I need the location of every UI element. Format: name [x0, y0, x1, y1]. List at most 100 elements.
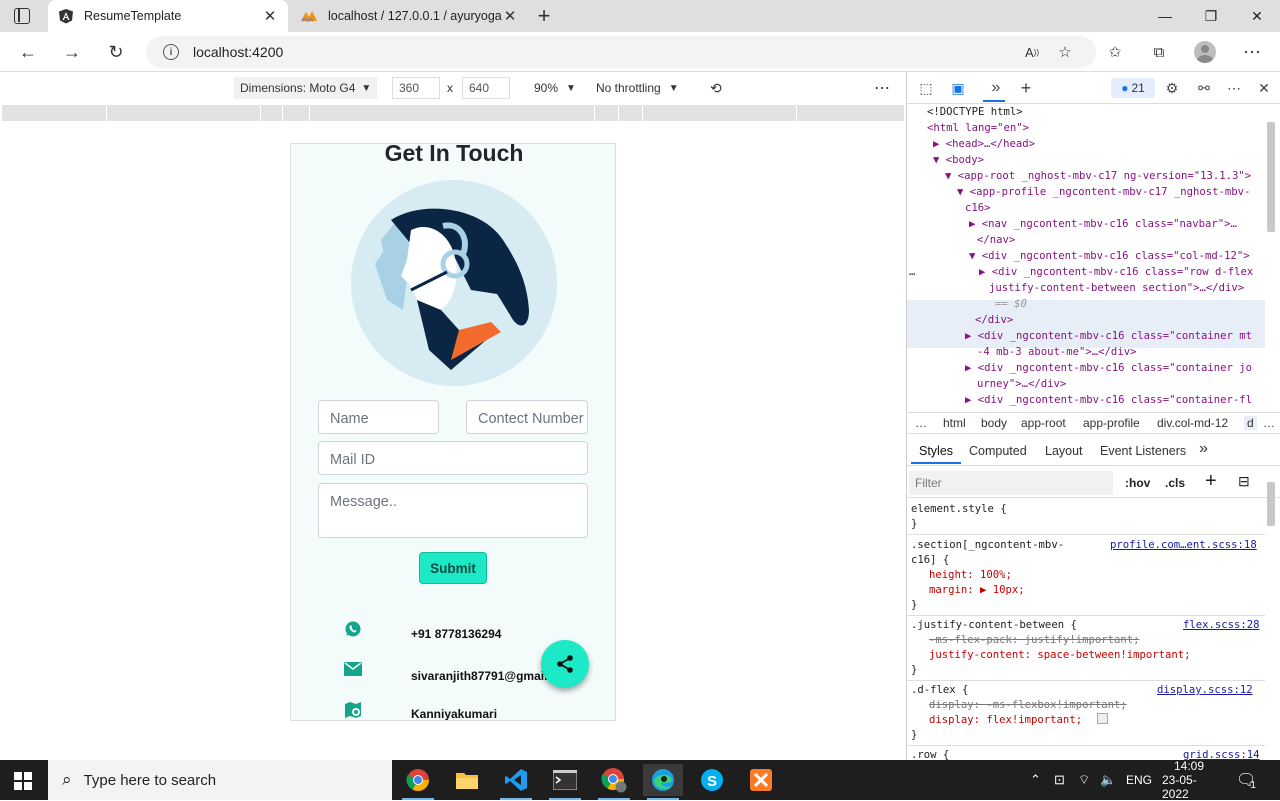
tab-resumetemplate[interactable]: ResumeTemplate ✕ [48, 0, 288, 32]
device-toggle-icon[interactable]: ▣ [947, 78, 969, 98]
dom-line[interactable]: ▶ <div _ngcontent-mbv-c16 class="contain… [965, 392, 1252, 408]
collections-icon[interactable]: ⧉ [1146, 40, 1172, 64]
device-select[interactable]: Dimensions: Moto G4 ▼ [234, 77, 378, 99]
elements-scrollbar[interactable] [1267, 122, 1275, 232]
style-prop[interactable]: margin: ▶ 10px; [929, 583, 1025, 598]
dom-line[interactable]: ▼ <body> [933, 152, 984, 168]
window-close-icon[interactable]: ✕ [1234, 0, 1280, 32]
notification-icon[interactable]: 🗨 1 [1236, 760, 1256, 800]
dom-line[interactable]: urney">…</div> [977, 376, 1066, 392]
flex-editor-icon[interactable] [1097, 713, 1108, 724]
message-textarea[interactable]: Message.. [318, 483, 588, 538]
site-info-icon[interactable]: i [163, 44, 179, 60]
new-tab-icon[interactable]: + [534, 4, 554, 28]
crumb[interactable]: … [1263, 416, 1275, 430]
inspect-icon[interactable]: ⬚ [915, 78, 937, 98]
connection-icon[interactable]: ⚯ [1193, 78, 1215, 98]
dom-line-selected[interactable]: justify-content-between section">…</div> [989, 280, 1244, 296]
dom-line[interactable]: </nav> [977, 232, 1015, 248]
style-prop[interactable]: display: -ms-flexbox!important; [929, 698, 1127, 713]
taskbar-xampp[interactable] [741, 764, 781, 796]
add-tab-icon[interactable]: + [1015, 78, 1037, 98]
crumb[interactable]: d [1244, 416, 1257, 430]
close-icon[interactable]: ✕ [262, 7, 278, 25]
throttling-select[interactable]: No throttling ▼ [596, 77, 679, 99]
dom-line-selected[interactable]: ▶ <div _ngcontent-mbv-c16 class="row d-f… [979, 264, 1253, 280]
dom-line[interactable]: ▶ <div _ngcontent-mbv-c16 class="contain… [965, 360, 1252, 376]
dom-line[interactable]: ▼ <app-profile _ngcontent-mbv-c17 _nghos… [957, 184, 1250, 200]
style-source-link[interactable]: flex.scss:28 [1183, 618, 1260, 633]
dom-line[interactable]: ▶ <div _ngcontent-mbv-c16 class="contain… [965, 328, 1252, 344]
width-input[interactable]: 360 [392, 77, 440, 99]
tab-phpmyadmin[interactable]: PMA localhost / 127.0.0.1 / ayuryogam ✕ [290, 0, 528, 32]
favorites-icon[interactable]: ✩ [1102, 40, 1128, 64]
height-input[interactable]: 640 [462, 77, 510, 99]
settings-gear-icon[interactable]: ⚙ [1161, 78, 1183, 98]
style-selector[interactable]: c16] { [911, 553, 949, 568]
tray-volume-icon[interactable]: 🔈 [1100, 760, 1116, 800]
tray-chevron-icon[interactable]: ⌃ [1030, 760, 1041, 800]
dom-dots[interactable]: … [909, 264, 915, 280]
taskbar-terminal[interactable] [545, 764, 585, 800]
contact-number-input[interactable]: Contect Number [466, 400, 588, 434]
taskbar-chrome[interactable] [398, 764, 438, 800]
crumb[interactable]: body [981, 416, 1007, 430]
style-selector[interactable]: .row { [911, 748, 949, 760]
style-selector[interactable]: .section[_ngcontent-mbv- [911, 538, 1064, 553]
dom-line[interactable]: -4 mb-3 about-me">…</div> [977, 344, 1136, 360]
taskbar-skype[interactable]: S [692, 764, 732, 796]
read-aloud-icon[interactable]: A)) [1019, 40, 1045, 64]
name-input[interactable]: Name [318, 400, 439, 434]
back-icon[interactable]: ← [12, 36, 44, 68]
dom-line[interactable]: c16> [965, 200, 991, 216]
more-menu-icon[interactable]: ⋯ [1239, 40, 1265, 64]
dom-line[interactable]: ▶ <head>…</head> [933, 136, 1035, 152]
share-fab-button[interactable] [541, 640, 589, 688]
dom-line[interactable]: <!DOCTYPE html> [927, 104, 1023, 120]
style-prop[interactable]: height: 100%; [929, 568, 1012, 583]
style-selector[interactable]: .d-flex { [911, 683, 968, 698]
tab-actions-icon[interactable] [14, 8, 30, 24]
dom-line[interactable]: ▶ <nav _ngcontent-mbv-c16 class="navbar"… [969, 216, 1237, 232]
media-query-ruler[interactable] [2, 105, 904, 121]
crumb[interactable]: app-root [1021, 416, 1066, 430]
zoom-select[interactable]: 90% ▼ [534, 77, 576, 99]
issues-badge[interactable]: ● 21 [1111, 78, 1155, 98]
dom-line[interactable]: </div> [975, 312, 1013, 328]
dom-line[interactable]: ▼ <div _ngcontent-mbv-c16 class="col-md-… [969, 248, 1250, 264]
cls-toggle[interactable]: .cls [1165, 476, 1185, 490]
forward-icon[interactable]: → [56, 36, 88, 68]
style-source-link[interactable]: profile.com…ent.scss:18 [1110, 538, 1257, 553]
tray-clock[interactable]: 14:09 23-05-2022 [1162, 759, 1216, 801]
windows-start-icon[interactable] [14, 772, 32, 790]
device-more-icon[interactable]: ⋯ [874, 77, 890, 99]
rotate-icon[interactable]: ⟲ [710, 77, 722, 99]
tray-network-icon[interactable]: ⊡ [1054, 760, 1065, 800]
devtools-more-icon[interactable]: ⋯ [1223, 78, 1245, 98]
style-prop[interactable]: justify-content: space-between!important… [929, 648, 1191, 663]
crumb[interactable]: app-profile [1083, 416, 1140, 430]
style-prop[interactable]: -ms-flex-pack: justify!important; [929, 633, 1139, 648]
dom-line[interactable]: <html lang="en"> [927, 120, 1029, 136]
crumb[interactable]: html [943, 416, 966, 430]
taskbar-file-explorer[interactable] [447, 764, 487, 796]
style-selector[interactable]: element.style { [911, 502, 1007, 517]
style-source-link[interactable]: display.scss:12 [1157, 683, 1253, 698]
tab-styles[interactable]: Styles [919, 444, 953, 458]
style-selector[interactable]: .justify-content-between { [911, 618, 1077, 633]
more-tabs-icon[interactable]: » [1199, 440, 1208, 458]
tray-language[interactable]: ENG [1126, 760, 1152, 800]
toggle-sidebar-icon[interactable]: ⊟ [1238, 473, 1250, 490]
taskbar-vscode[interactable] [496, 764, 536, 800]
dom-line[interactable]: ▼ <app-root _nghost-mbv-c17 ng-version="… [945, 168, 1251, 184]
url-input[interactable]: i localhost:4200 [146, 36, 1096, 68]
tab-layout[interactable]: Layout [1045, 444, 1083, 458]
hov-toggle[interactable]: :hov [1125, 476, 1150, 490]
more-tabs-icon[interactable]: » [985, 78, 1007, 98]
taskbar-search-input[interactable]: ⌕ Type here to search [48, 760, 392, 800]
crumb[interactable]: … [915, 416, 927, 430]
reload-icon[interactable]: ↻ [100, 36, 132, 68]
mail-input[interactable]: Mail ID [318, 441, 588, 475]
taskbar-edge[interactable] [643, 764, 683, 800]
crumb[interactable]: div.col-md-12 [1157, 416, 1228, 430]
